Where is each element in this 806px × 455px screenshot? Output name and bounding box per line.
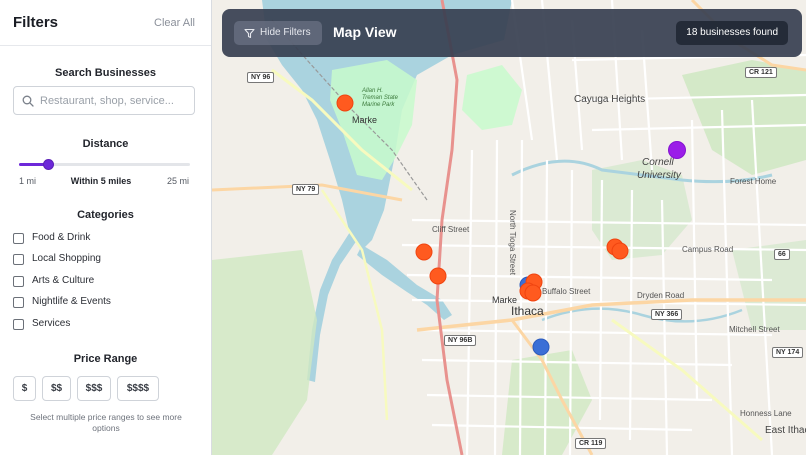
price-button-2[interactable]: $$ <box>42 376 71 401</box>
distance-label: Distance <box>82 138 129 150</box>
shield-ny366: NY 366 <box>651 309 683 320</box>
map-label-mitchell-street: Mitchell Street <box>729 325 780 334</box>
category-label: Services <box>32 318 71 329</box>
map-label-marker-b: Marke <box>492 295 518 305</box>
business-marker-food[interactable] <box>524 284 542 302</box>
map-label-buffalo-street: Buffalo Street <box>542 287 591 296</box>
distance-max-label: 25 mi <box>166 176 189 186</box>
category-label: Local Shopping <box>32 253 101 264</box>
checkbox[interactable] <box>13 297 24 308</box>
results-count-badge: 18 businesses found <box>676 21 788 45</box>
shield-cr121: CR 121 <box>745 67 777 78</box>
price-range-label: Price Range <box>73 353 138 365</box>
business-marker-food[interactable] <box>429 267 447 285</box>
business-marker-shopping[interactable] <box>532 338 550 356</box>
map-label-cliff-street: Cliff Street <box>432 225 470 234</box>
checkbox[interactable] <box>13 276 24 287</box>
search-icon <box>22 95 34 107</box>
shield-cr119: CR 119 <box>575 438 607 449</box>
map-label-cornell: Cornell <box>642 157 674 168</box>
filters-sidebar: Filters Clear All Search Businesses Dist… <box>0 0 212 455</box>
map-label-university: University <box>637 170 681 181</box>
business-marker-food[interactable] <box>415 243 433 261</box>
sidebar-title: Filters <box>13 14 59 31</box>
clear-all-button[interactable]: Clear All <box>154 17 195 29</box>
business-marker-food[interactable] <box>611 242 629 260</box>
shield-ny79: NY 79 <box>292 184 320 195</box>
shield-ny174: NY 174 <box>772 347 804 358</box>
map-label-dryden-road: Dryden Road <box>637 291 685 300</box>
shield-ny96: NY 96 <box>247 72 275 83</box>
checkbox[interactable] <box>13 254 24 265</box>
map-label-north-tioga: North Tioga Street <box>508 210 517 275</box>
map-label-marker-a: Marke <box>352 115 378 125</box>
filter-icon <box>244 28 255 39</box>
hide-filters-button[interactable]: Hide Filters <box>234 21 322 45</box>
shield-ny96b: NY 96B <box>444 335 477 346</box>
categories-label: Categories <box>77 209 134 221</box>
map-label-cayuga-heights: Cayuga Heights <box>574 94 646 105</box>
search-input[interactable] <box>40 91 190 111</box>
hide-filters-label: Hide Filters <box>260 27 311 38</box>
map-view-title: Map View <box>333 24 397 40</box>
map-label-allan-treman: Allan H. Treman State Marine Park <box>362 88 398 108</box>
map-label-east-ithaca: East Ithaca <box>765 425 806 436</box>
business-marker-arts[interactable] <box>668 141 686 159</box>
map-canvas[interactable]: Cayuga Heights Cornell University Ithaca… <box>212 0 806 455</box>
business-marker-food[interactable] <box>336 94 354 112</box>
distance-slider[interactable] <box>19 159 190 170</box>
map-header-bar: Hide Filters Map View 18 businesses foun… <box>222 9 802 57</box>
distance-slider-thumb[interactable] <box>42 159 54 170</box>
category-label: Arts & Culture <box>32 275 95 286</box>
price-range-note: Select multiple price ranges to see more… <box>30 412 182 433</box>
map-label-honness-lane: Honness Lane <box>740 409 792 418</box>
search-label: Search Businesses <box>55 67 156 79</box>
search-field[interactable] <box>13 86 195 115</box>
sidebar-header: Filters Clear All <box>0 0 211 46</box>
map-label-campus-road: Campus Road <box>682 245 734 254</box>
map-label-forest-home: Forest Home <box>730 177 777 186</box>
price-button-1[interactable]: $ <box>13 376 36 401</box>
price-button-3[interactable]: $$$ <box>77 376 111 401</box>
checkbox[interactable] <box>13 233 24 244</box>
shield-66: 66 <box>774 249 790 260</box>
price-button-4[interactable]: $$$$ <box>117 376 159 401</box>
category-label: Nightlife & Events <box>32 296 111 307</box>
map-label-ithaca: Ithaca <box>511 304 544 318</box>
category-label: Food & Drink <box>32 232 91 243</box>
checkbox[interactable] <box>13 319 24 330</box>
